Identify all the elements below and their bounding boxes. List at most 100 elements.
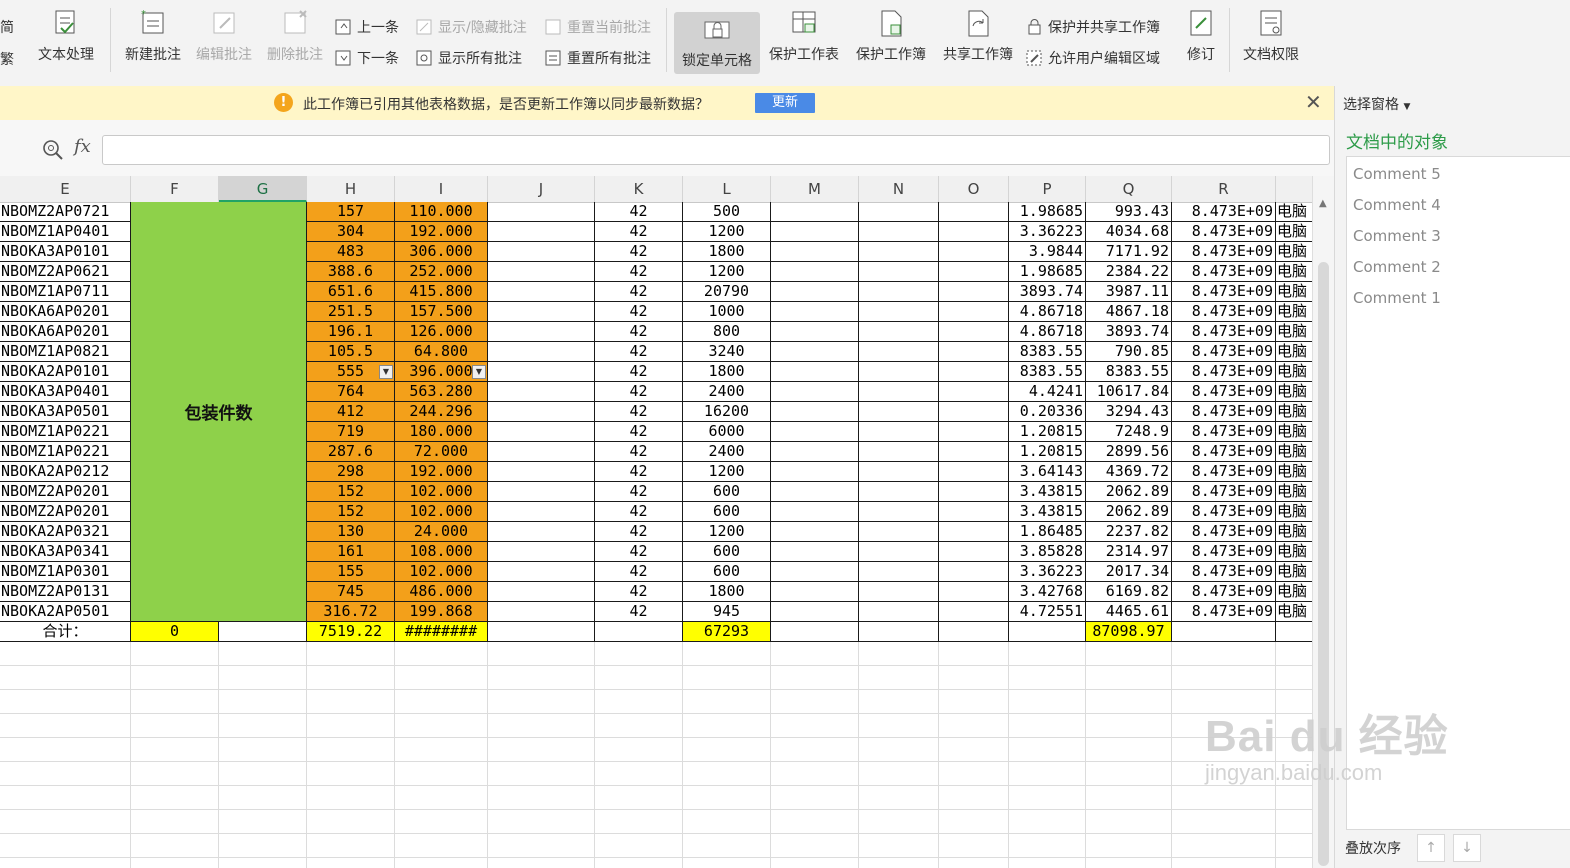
- empty-cell[interactable]: [0, 810, 131, 834]
- empty-cell[interactable]: [683, 714, 771, 738]
- merged-cell-packaging-count[interactable]: 包装件数: [131, 202, 307, 622]
- column-header-h[interactable]: H: [307, 176, 395, 202]
- cell-p[interactable]: 3.36223: [1009, 222, 1086, 242]
- cell-k[interactable]: 42: [595, 262, 683, 282]
- cell-n[interactable]: [859, 222, 939, 242]
- cell-m[interactable]: [771, 522, 859, 542]
- cell-i[interactable]: 102.000: [395, 502, 488, 522]
- cell-q[interactable]: 8383.55: [1086, 362, 1172, 382]
- cell-i[interactable]: 72.000: [395, 442, 488, 462]
- cell-k[interactable]: 42: [595, 302, 683, 322]
- cell-r[interactable]: 8.473E+09: [1172, 322, 1276, 342]
- cell-category[interactable]: 电脑: [1276, 502, 1312, 522]
- cell-o[interactable]: [939, 602, 1009, 622]
- cell-o[interactable]: [939, 542, 1009, 562]
- cell-part-number[interactable]: NBOMZ1AP0301: [0, 562, 131, 582]
- cell-k[interactable]: 42: [595, 242, 683, 262]
- empty-cell[interactable]: [219, 690, 307, 714]
- empty-cell[interactable]: [307, 810, 395, 834]
- cell-part-number[interactable]: NBOKA2AP0501: [0, 602, 131, 622]
- total-h[interactable]: 7519.22: [307, 622, 395, 642]
- total-k[interactable]: [595, 622, 683, 642]
- empty-cell[interactable]: [939, 714, 1009, 738]
- cell-part-number[interactable]: NBOKA2AP0321: [0, 522, 131, 542]
- cell-p[interactable]: 3.43815: [1009, 482, 1086, 502]
- cell-h[interactable]: 745: [307, 582, 395, 602]
- lock-cells-button[interactable]: 锁定单元格: [674, 12, 760, 74]
- empty-cell[interactable]: [595, 690, 683, 714]
- new-comment-button[interactable]: * 新建批注: [118, 8, 188, 78]
- cell-category[interactable]: 电脑: [1276, 462, 1312, 482]
- empty-cell[interactable]: [219, 762, 307, 786]
- cell-q[interactable]: 7248.9: [1086, 422, 1172, 442]
- empty-cell[interactable]: [859, 858, 939, 868]
- column-header-l[interactable]: L: [683, 176, 771, 202]
- cell-j[interactable]: [488, 242, 595, 262]
- empty-cell[interactable]: [307, 762, 395, 786]
- cell-l[interactable]: 1200: [683, 462, 771, 482]
- empty-cell[interactable]: [859, 642, 939, 666]
- cell-o[interactable]: [939, 582, 1009, 602]
- cell-r[interactable]: 8.473E+09: [1172, 542, 1276, 562]
- empty-cell[interactable]: [488, 762, 595, 786]
- empty-cell[interactable]: [939, 666, 1009, 690]
- cell-p[interactable]: 1.20815: [1009, 422, 1086, 442]
- next-comment-button[interactable]: 下一条: [335, 47, 399, 69]
- cell-k[interactable]: 42: [595, 602, 683, 622]
- cell-part-number[interactable]: NBOMZ2AP0131: [0, 582, 131, 602]
- empty-cell[interactable]: [307, 714, 395, 738]
- cell-m[interactable]: [771, 582, 859, 602]
- empty-cell[interactable]: [395, 762, 488, 786]
- cell-j[interactable]: [488, 402, 595, 422]
- cell-category[interactable]: 电脑: [1276, 362, 1312, 382]
- reset-current-comment-button[interactable]: 重置当前批注: [545, 16, 651, 38]
- cell-p[interactable]: 0.20336: [1009, 402, 1086, 422]
- column-header-g[interactable]: G: [219, 176, 307, 202]
- cell-n[interactable]: [859, 542, 939, 562]
- cell-p[interactable]: 8383.55: [1009, 342, 1086, 362]
- protect-workbook-button[interactable]: 保护工作簿: [849, 8, 933, 78]
- cell-i[interactable]: 64.800: [395, 342, 488, 362]
- cell-part-number[interactable]: NBOKA3AP0341: [0, 542, 131, 562]
- cell-n[interactable]: [859, 282, 939, 302]
- cell-o[interactable]: [939, 502, 1009, 522]
- cell-j[interactable]: [488, 502, 595, 522]
- empty-cell[interactable]: [1009, 834, 1086, 858]
- empty-cell[interactable]: [219, 786, 307, 810]
- empty-cell[interactable]: [1276, 858, 1312, 868]
- column-header-i[interactable]: I: [395, 176, 488, 202]
- cell-k[interactable]: 42: [595, 422, 683, 442]
- cell-j[interactable]: [488, 562, 595, 582]
- cell-part-number[interactable]: NBOKA3AP0501: [0, 402, 131, 422]
- cell-p[interactable]: 3.36223: [1009, 562, 1086, 582]
- empty-cell[interactable]: [131, 642, 219, 666]
- total-label[interactable]: 合计：: [0, 622, 131, 642]
- cell-m[interactable]: [771, 242, 859, 262]
- cell-l[interactable]: 6000: [683, 422, 771, 442]
- empty-cell[interactable]: [859, 690, 939, 714]
- empty-cell[interactable]: [1086, 834, 1172, 858]
- cell-p[interactable]: 3.42768: [1009, 582, 1086, 602]
- object-item[interactable]: Comment 2: [1353, 258, 1441, 276]
- cell-i[interactable]: 180.000: [395, 422, 488, 442]
- cell-i[interactable]: 126.000: [395, 322, 488, 342]
- cell-o[interactable]: [939, 282, 1009, 302]
- fx-icon[interactable]: fx: [74, 136, 91, 157]
- cell-q[interactable]: 10617.84: [1086, 382, 1172, 402]
- empty-cell[interactable]: [771, 690, 859, 714]
- column-header-o[interactable]: O: [939, 176, 1009, 202]
- cell-category[interactable]: 电脑: [1276, 202, 1312, 222]
- cell-category[interactable]: 电脑: [1276, 402, 1312, 422]
- column-header-f[interactable]: F: [131, 176, 219, 202]
- empty-cell[interactable]: [307, 690, 395, 714]
- empty-cell[interactable]: [1086, 810, 1172, 834]
- cell-p[interactable]: 3.43815: [1009, 502, 1086, 522]
- cell-n[interactable]: [859, 422, 939, 442]
- empty-cell[interactable]: [595, 858, 683, 868]
- cell-o[interactable]: [939, 302, 1009, 322]
- object-item[interactable]: Comment 1: [1353, 289, 1441, 307]
- cell-part-number[interactable]: NBOKA3AP0401: [0, 382, 131, 402]
- cell-category[interactable]: 电脑: [1276, 522, 1312, 542]
- empty-cell[interactable]: [1086, 642, 1172, 666]
- cell-k[interactable]: 42: [595, 502, 683, 522]
